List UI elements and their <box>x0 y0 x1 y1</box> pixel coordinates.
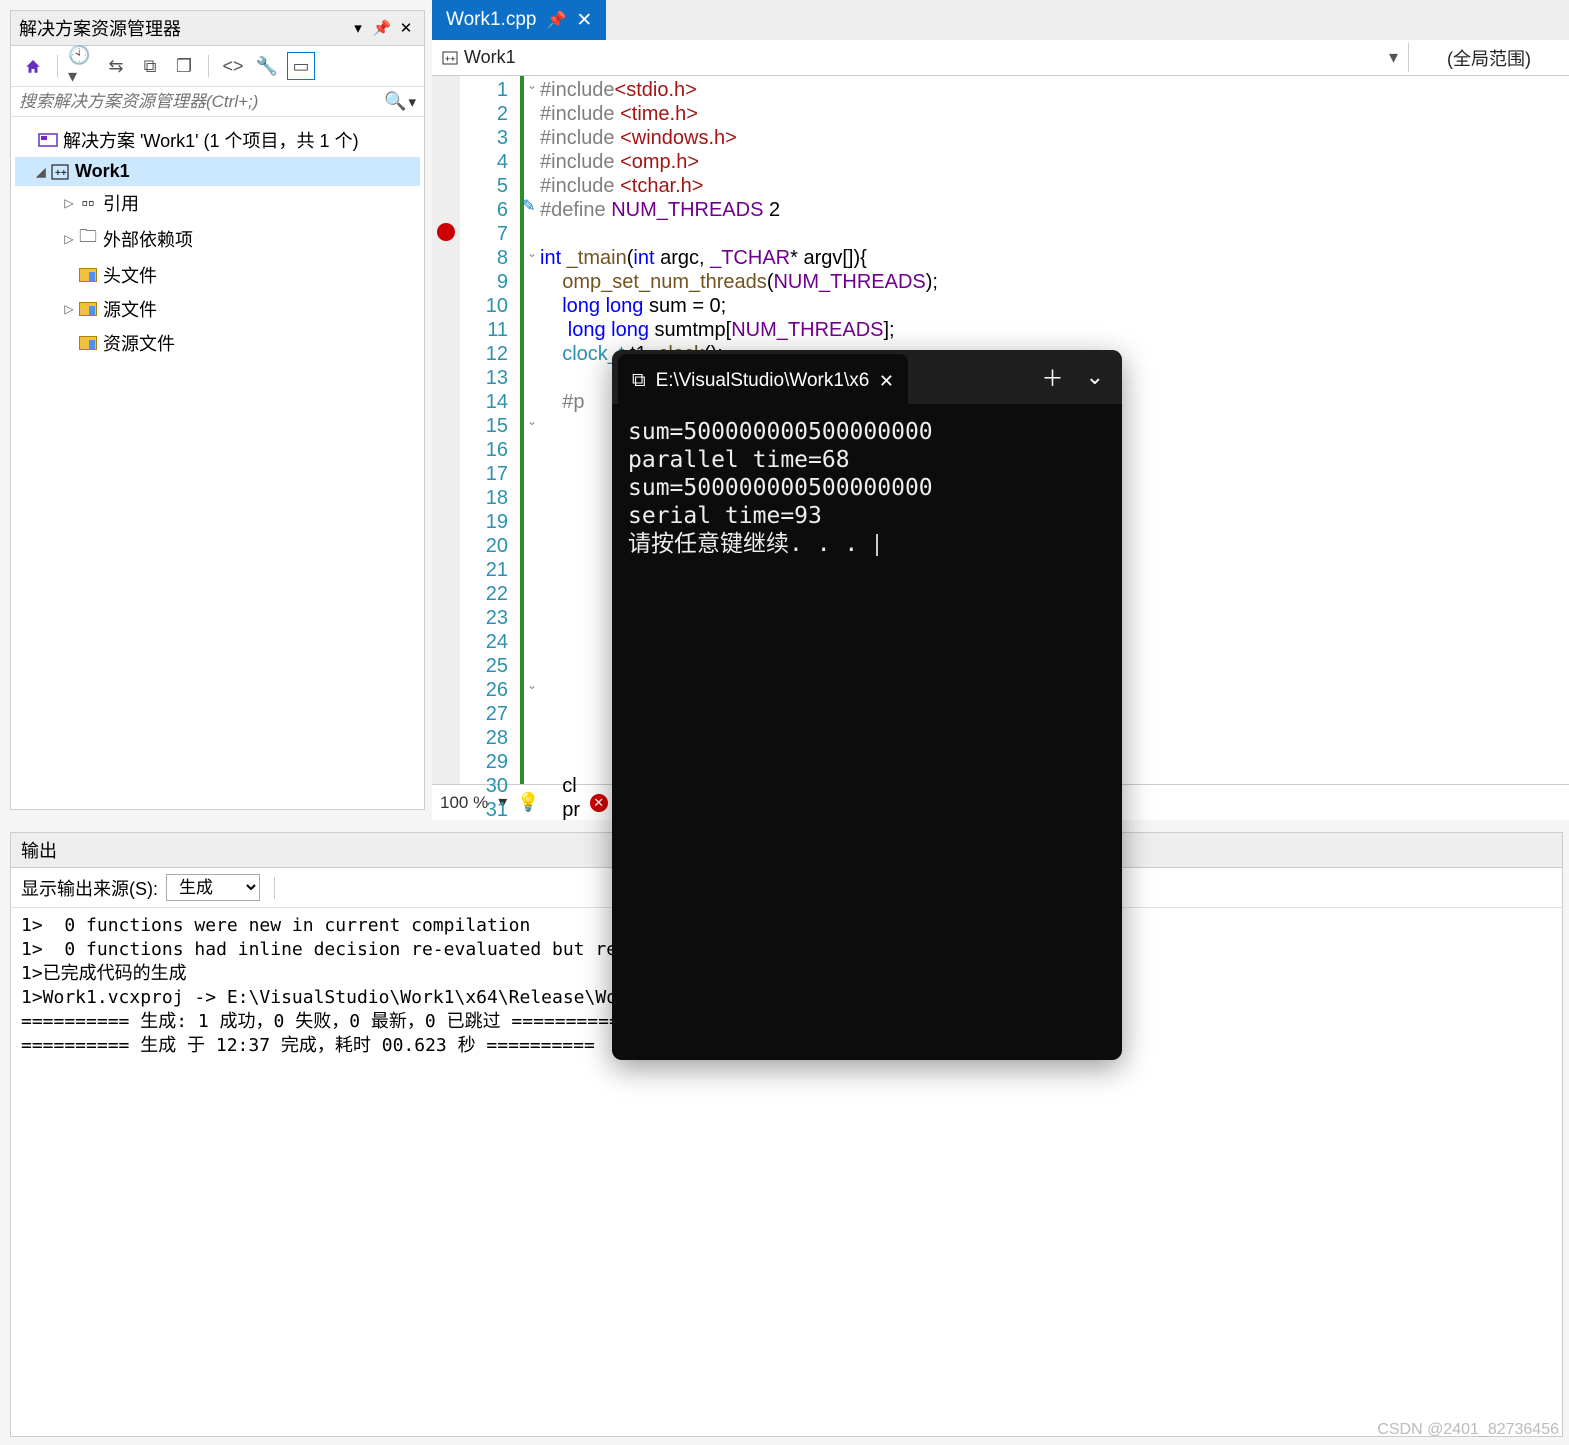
solution-explorer-panel: 解决方案资源管理器 ▾ 📌 ✕ 🕙▾ ⇆ ⧉ ❐ <> 🔧 ▭ 🔍▾ 解决方案 … <box>10 10 425 810</box>
breakpoint-gutter[interactable] <box>432 76 460 784</box>
expand-icon[interactable]: ▷ <box>61 196 77 210</box>
solution-search: 🔍▾ <box>11 87 424 117</box>
solution-explorer-title: 解决方案资源管理器 <box>19 15 344 41</box>
chevron-down-icon: ▾ <box>1389 47 1398 68</box>
pin-icon[interactable]: 📌 <box>546 10 566 30</box>
history-icon[interactable]: 🕙▾ <box>68 52 96 80</box>
project-label: Work1 <box>75 161 130 182</box>
svg-text:++: ++ <box>445 54 456 64</box>
home-icon[interactable] <box>19 52 47 80</box>
chevron-down-icon[interactable]: ⌄ <box>1086 364 1104 390</box>
close-icon[interactable]: ✕ <box>879 371 894 392</box>
solution-icon <box>37 132 59 148</box>
sync-icon[interactable]: ⇆ <box>102 52 130 80</box>
preview-icon[interactable]: ▭ <box>287 52 315 80</box>
cmd-icon: ⧉ <box>632 370 646 392</box>
code-icon[interactable]: <> <box>219 52 247 80</box>
tree-item-external[interactable]: ▷ 🗀 外部依赖项 <box>15 220 420 258</box>
solution-search-input[interactable] <box>19 92 384 112</box>
expand-icon[interactable]: ▷ <box>61 232 77 246</box>
lightbulb-icon[interactable]: 💡 <box>517 792 539 813</box>
terminal-title: E:\VisualStudio\Work1\x64\Re <box>656 370 869 392</box>
breakpoint-icon[interactable] <box>437 223 455 241</box>
solution-tree: 解决方案 'Work1' (1 个项目，共 1 个) ◢ ++ Work1 ▷ … <box>11 117 424 366</box>
code-nav-bar: ++ Work1 ▾ (全局范围) <box>432 40 1569 76</box>
close-icon[interactable]: ✕ <box>396 18 416 38</box>
nav-member-dropdown[interactable]: (全局范围) <box>1409 41 1569 75</box>
pin-icon[interactable]: 📌 <box>372 18 392 38</box>
folding-gutter[interactable]: ⌄⌄⌄⌄ <box>520 76 540 784</box>
new-tab-button[interactable]: ＋ <box>1042 361 1064 393</box>
solution-explorer-header: 解决方案资源管理器 ▾ 📌 ✕ <box>11 11 424 46</box>
terminal-actions: ＋ ⌄ <box>1024 361 1122 393</box>
references-icon: ▫▫ <box>77 193 99 214</box>
project-node[interactable]: ◢ ++ Work1 <box>15 157 420 186</box>
tree-item-references[interactable]: ▷ ▫▫ 引用 <box>15 186 420 220</box>
output-source-select[interactable]: 生成 <box>166 874 260 901</box>
tab-label: Work1.cpp <box>446 9 536 31</box>
tree-item-sources[interactable]: ▷ 源文件 <box>15 292 420 326</box>
solution-node[interactable]: 解决方案 'Work1' (1 个项目，共 1 个) <box>15 123 420 157</box>
tree-item-resources[interactable]: 资源文件 <box>15 326 420 360</box>
nav-scope-dropdown[interactable]: ++ Work1 ▾ <box>432 43 1409 72</box>
expand-icon[interactable]: ▷ <box>61 302 77 316</box>
collapse-all-icon[interactable]: ⧉ <box>136 52 164 80</box>
project-icon: ++ <box>49 164 71 180</box>
terminal-body[interactable]: sum=500000000500000000 parallel time=68 … <box>612 404 1122 1060</box>
solution-explorer-toolbar: 🕙▾ ⇆ ⧉ ❐ <> 🔧 ▭ <box>11 46 424 87</box>
tree-item-headers[interactable]: 头文件 <box>15 258 420 292</box>
folder-icon <box>77 302 99 316</box>
terminal-window: ⧉ E:\VisualStudio\Work1\x64\Re ✕ ＋ ⌄ sum… <box>612 350 1122 1060</box>
watermark: CSDN @2401_82736456 <box>1377 1421 1559 1439</box>
output-source-label: 显示输出来源(S): <box>21 875 158 901</box>
terminal-titlebar[interactable]: ⧉ E:\VisualStudio\Work1\x64\Re ✕ ＋ ⌄ <box>612 350 1122 404</box>
search-icon[interactable]: 🔍▾ <box>384 91 416 112</box>
editor-tab-bar: Work1.cpp 📌 ✕ <box>432 0 1569 40</box>
folder-icon <box>77 336 99 350</box>
close-icon[interactable]: ✕ <box>576 9 592 32</box>
properties-icon[interactable]: 🔧 <box>253 52 281 80</box>
terminal-tab[interactable]: ⧉ E:\VisualStudio\Work1\x64\Re ✕ <box>618 354 908 408</box>
external-icon: 🗀 <box>77 224 99 254</box>
folder-icon <box>77 268 99 282</box>
collapse-icon[interactable]: ◢ <box>33 165 49 179</box>
editor-tab-active[interactable]: Work1.cpp 📌 ✕ <box>432 0 606 40</box>
show-all-icon[interactable]: ❐ <box>170 52 198 80</box>
svg-text:++: ++ <box>55 168 67 179</box>
window-position-icon[interactable]: ▾ <box>348 18 368 38</box>
solution-label: 解决方案 'Work1' (1 个项目，共 1 个) <box>63 127 359 153</box>
line-number-gutter: 1234567891011121314151617181920212223242… <box>460 76 520 784</box>
